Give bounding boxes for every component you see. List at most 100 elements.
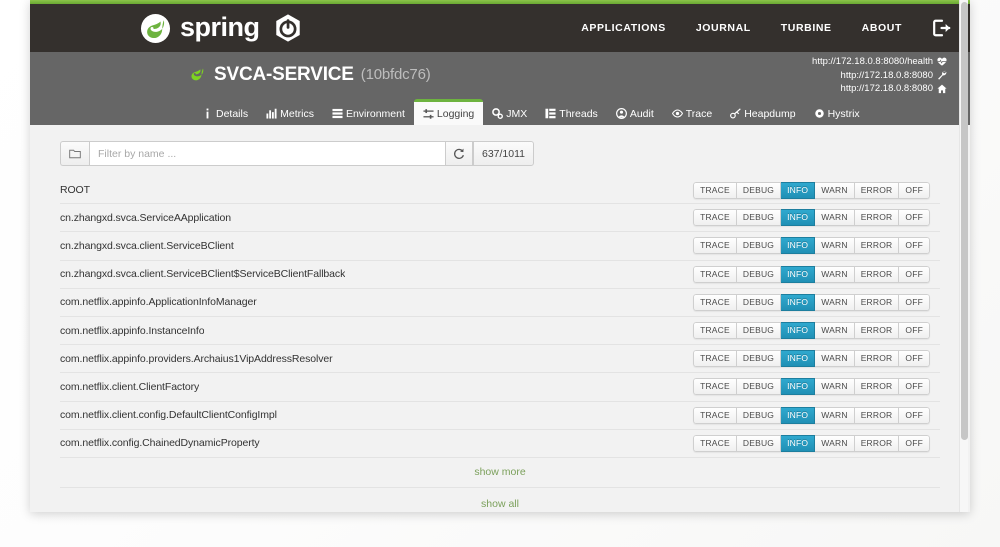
level-debug-button[interactable]: DEBUG <box>737 182 781 199</box>
level-info-button[interactable]: INFO <box>781 378 815 395</box>
level-error-button[interactable]: ERROR <box>855 266 900 283</box>
nav-item-applications[interactable]: APPLICATIONS <box>581 22 666 34</box>
level-error-button[interactable]: ERROR <box>855 322 900 339</box>
status-up-icon <box>190 67 206 82</box>
level-trace-button[interactable]: TRACE <box>693 266 737 283</box>
level-trace-button[interactable]: TRACE <box>693 407 737 424</box>
level-off-button[interactable]: OFF <box>899 322 930 339</box>
level-error-button[interactable]: ERROR <box>855 407 900 424</box>
level-error-button[interactable]: ERROR <box>855 350 900 367</box>
level-debug-button[interactable]: DEBUG <box>737 378 781 395</box>
logger-name: com.netflix.appinfo.ApplicationInfoManag… <box>60 296 257 308</box>
log-level-group: TRACE DEBUG INFO WARN ERROR OFF <box>693 350 930 367</box>
level-off-button[interactable]: OFF <box>899 435 930 452</box>
level-warn-button[interactable]: WARN <box>815 237 854 254</box>
tab-audit[interactable]: Audit <box>607 101 663 126</box>
level-off-button[interactable]: OFF <box>899 209 930 226</box>
tab-environment[interactable]: Environment <box>323 101 414 126</box>
level-trace-button[interactable]: TRACE <box>693 294 737 311</box>
tab-trace[interactable]: Trace <box>663 101 721 126</box>
level-warn-button[interactable]: WARN <box>815 182 854 199</box>
table-row: com.netflix.appinfo.providers.Archaius1V… <box>60 345 940 373</box>
nav-item-about[interactable]: ABOUT <box>862 22 902 34</box>
folder-icon <box>69 148 81 160</box>
brand-logo[interactable]: spring <box>140 13 303 44</box>
nav-item-turbine[interactable]: TURBINE <box>781 22 832 34</box>
level-trace-button[interactable]: TRACE <box>693 322 737 339</box>
level-error-button[interactable]: ERROR <box>855 237 900 254</box>
endpoint-management[interactable]: http://172.18.0.8:8080 <box>812 69 947 83</box>
level-debug-button[interactable]: DEBUG <box>737 435 781 452</box>
level-debug-button[interactable]: DEBUG <box>737 237 781 254</box>
tab-details[interactable]: Details <box>193 101 257 126</box>
level-off-button[interactable]: OFF <box>899 182 930 199</box>
level-trace-button[interactable]: TRACE <box>693 209 737 226</box>
level-info-button[interactable]: INFO <box>781 322 815 339</box>
level-error-button[interactable]: ERROR <box>855 182 900 199</box>
tab-bar: Details Metrics Environment <box>30 97 970 125</box>
heapdump-icon <box>730 108 741 119</box>
level-warn-button[interactable]: WARN <box>815 294 854 311</box>
level-trace-button[interactable]: TRACE <box>693 350 737 367</box>
tab-heapdump[interactable]: Heapdump <box>721 101 804 126</box>
level-debug-button[interactable]: DEBUG <box>737 294 781 311</box>
level-off-button[interactable]: OFF <box>899 237 930 254</box>
level-trace-button[interactable]: TRACE <box>693 435 737 452</box>
level-warn-button[interactable]: WARN <box>815 407 854 424</box>
vertical-scrollbar[interactable] <box>959 0 968 512</box>
level-off-button[interactable]: OFF <box>899 294 930 311</box>
tab-logging-label: Logging <box>437 108 474 120</box>
level-info-button[interactable]: INFO <box>781 350 815 367</box>
table-row: cn.zhangxd.svca.client.ServiceBClient TR… <box>60 232 940 260</box>
level-info-button[interactable]: INFO <box>781 435 815 452</box>
level-debug-button[interactable]: DEBUG <box>737 266 781 283</box>
show-all-link[interactable]: show all <box>481 498 519 510</box>
level-warn-button[interactable]: WARN <box>815 435 854 452</box>
bar-chart-icon <box>266 108 277 119</box>
log-level-group: TRACE DEBUG INFO WARN ERROR OFF <box>693 237 930 254</box>
scrollbar-thumb[interactable] <box>961 2 968 440</box>
level-error-button[interactable]: ERROR <box>855 378 900 395</box>
log-level-group: TRACE DEBUG INFO WARN ERROR OFF <box>693 294 930 311</box>
level-warn-button[interactable]: WARN <box>815 322 854 339</box>
level-info-button[interactable]: INFO <box>781 182 815 199</box>
level-off-button[interactable]: OFF <box>899 266 930 283</box>
tab-logging[interactable]: Logging <box>414 99 483 126</box>
tab-jmx[interactable]: JMX <box>483 101 536 126</box>
endpoint-service-url: http://172.18.0.8:8080 <box>841 82 933 96</box>
level-info-button[interactable]: INFO <box>781 294 815 311</box>
spring-boot-hexagon-icon <box>273 13 303 43</box>
endpoint-service[interactable]: http://172.18.0.8:8080 <box>812 82 947 96</box>
refresh-button[interactable] <box>446 141 473 166</box>
show-more-link[interactable]: show more <box>474 466 525 478</box>
level-debug-button[interactable]: DEBUG <box>737 350 781 367</box>
tab-metrics[interactable]: Metrics <box>257 101 323 126</box>
level-error-button[interactable]: ERROR <box>855 294 900 311</box>
level-warn-button[interactable]: WARN <box>815 350 854 367</box>
level-error-button[interactable]: ERROR <box>855 435 900 452</box>
level-trace-button[interactable]: TRACE <box>693 378 737 395</box>
level-warn-button[interactable]: WARN <box>815 378 854 395</box>
level-info-button[interactable]: INFO <box>781 237 815 254</box>
filter-input[interactable] <box>89 141 446 166</box>
level-off-button[interactable]: OFF <box>899 378 930 395</box>
level-off-button[interactable]: OFF <box>899 407 930 424</box>
nav-item-journal[interactable]: JOURNAL <box>696 22 751 34</box>
level-trace-button[interactable]: TRACE <box>693 182 737 199</box>
tab-threads[interactable]: Threads <box>536 101 607 126</box>
level-info-button[interactable]: INFO <box>781 209 815 226</box>
level-debug-button[interactable]: DEBUG <box>737 407 781 424</box>
level-warn-button[interactable]: WARN <box>815 266 854 283</box>
level-debug-button[interactable]: DEBUG <box>737 209 781 226</box>
level-trace-button[interactable]: TRACE <box>693 237 737 254</box>
level-off-button[interactable]: OFF <box>899 350 930 367</box>
level-info-button[interactable]: INFO <box>781 407 815 424</box>
tab-hystrix[interactable]: Hystrix <box>805 101 869 126</box>
level-warn-button[interactable]: WARN <box>815 209 854 226</box>
endpoint-health[interactable]: http://172.18.0.8:8080/health <box>812 55 947 69</box>
level-error-button[interactable]: ERROR <box>855 209 900 226</box>
level-debug-button[interactable]: DEBUG <box>737 322 781 339</box>
level-info-button[interactable]: INFO <box>781 266 815 283</box>
logout-icon[interactable] <box>932 18 952 38</box>
eye-icon <box>672 108 683 119</box>
